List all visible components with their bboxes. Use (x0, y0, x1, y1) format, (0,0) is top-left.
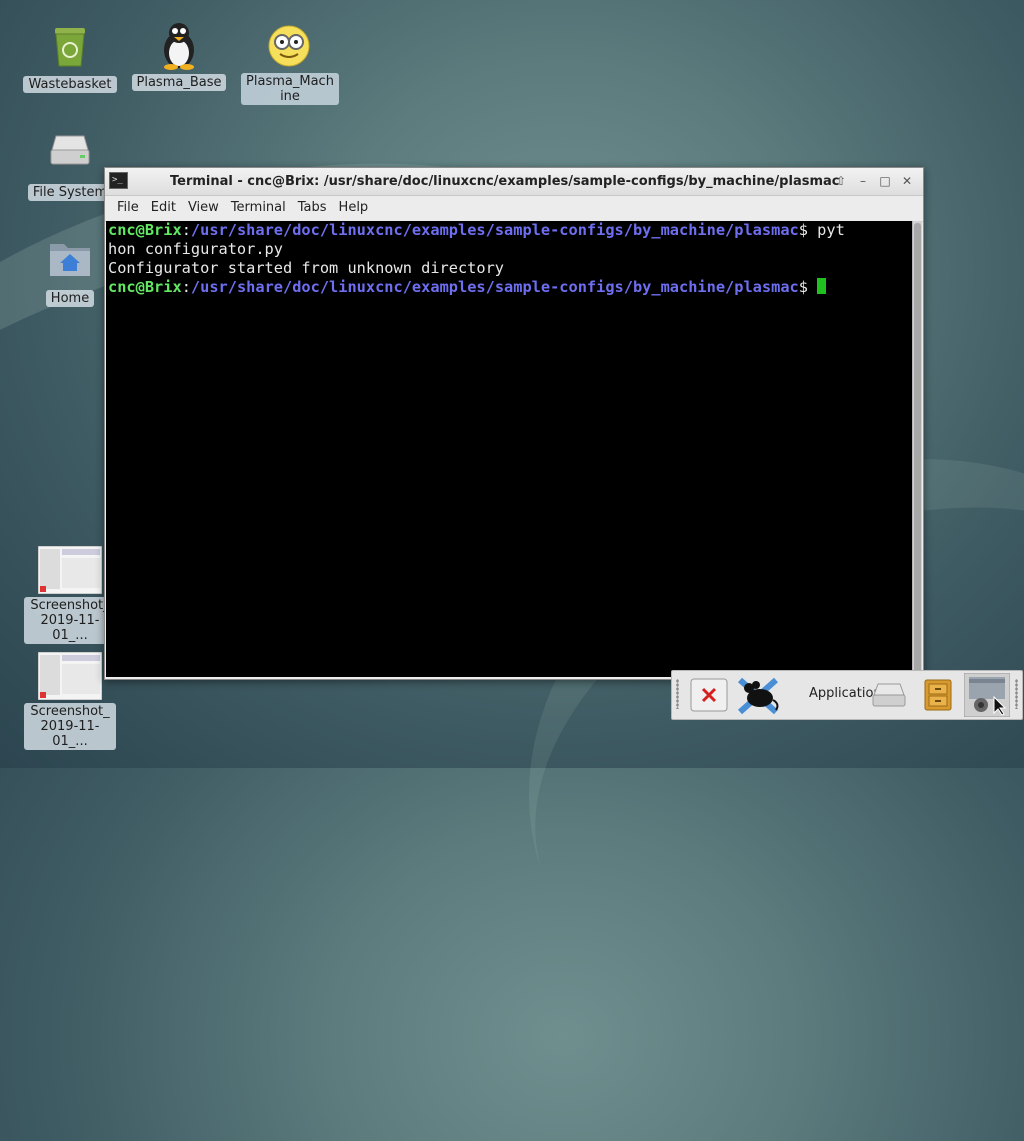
menu-terminal[interactable]: Terminal (225, 196, 292, 215)
desktop-icon-label: Screenshot_2019-11-01_... (24, 597, 116, 644)
terminal-window[interactable]: >_ Terminal - cnc@Brix: /usr/share/doc/l… (104, 167, 924, 680)
window-title: Terminal - cnc@Brix: /usr/share/doc/linu… (170, 174, 840, 189)
text-cursor (817, 278, 827, 294)
prompt-end: $ (798, 221, 818, 239)
vertical-scrollbar[interactable] (912, 221, 922, 677)
menu-help[interactable]: Help (333, 196, 375, 215)
prompt-separator: : (181, 221, 191, 239)
prompt-end: $ (798, 278, 818, 296)
desktop-icon-plasma-machine[interactable]: Plasma_Machine (241, 22, 339, 105)
drive-launcher[interactable] (871, 681, 907, 713)
desktop-icon-wastebasket[interactable]: Wastebasket (22, 22, 118, 93)
terminal-icon[interactable]: >_ (109, 172, 128, 189)
screenshot-thumbnail-icon (37, 651, 103, 701)
menu-edit[interactable]: Edit (145, 196, 182, 215)
panel-handle[interactable] (676, 679, 679, 709)
desktop-icon-plasma-base[interactable]: Plasma_Base (131, 20, 227, 91)
penguin-icon (155, 20, 203, 70)
scrollbar-thumb[interactable] (914, 223, 921, 673)
screenshot-thumbnail-icon (37, 545, 103, 595)
menu-tabs[interactable]: Tabs (292, 196, 333, 215)
desktop-icon-label: Plasma_Machine (241, 73, 339, 105)
command-text: pyt (817, 221, 845, 239)
desktop-icon-label: Plasma_Base (131, 74, 227, 91)
menu-file[interactable]: File (111, 196, 145, 215)
screenshot-tool-icon (963, 672, 1011, 721)
prompt-user: cnc@Brix (108, 221, 182, 239)
close-window-icon (690, 678, 728, 716)
close-window-button[interactable] (690, 678, 728, 716)
home-folder-icon (46, 236, 94, 284)
prompt-path: /usr/share/doc/linuxcnc/examples/sample-… (190, 278, 799, 296)
file-manager-launcher[interactable] (924, 679, 952, 715)
bottom-panel: Applications (671, 670, 1023, 720)
prompt-user: cnc@Brix (108, 278, 182, 296)
drive-icon (46, 130, 94, 178)
panel-handle[interactable] (1015, 679, 1018, 709)
trash-icon (46, 22, 94, 70)
command-text-wrapped: hon configurator.py (108, 240, 283, 258)
applications-menu-button[interactable] (736, 674, 780, 720)
file-cabinet-icon (924, 679, 952, 715)
desktop-icon-label: Home (45, 290, 95, 307)
output-line: Configurator started from unknown direct… (108, 259, 505, 277)
terminal-output[interactable]: cnc@Brix:/usr/share/doc/linuxcnc/example… (106, 221, 913, 677)
always-on-top-icon[interactable]: ⇧ (833, 173, 849, 189)
screenshot-launcher[interactable] (963, 672, 1011, 721)
minimize-icon[interactable]: – (855, 173, 871, 189)
window-titlebar[interactable]: >_ Terminal - cnc@Brix: /usr/share/doc/l… (105, 168, 923, 196)
prompt-path: /usr/share/doc/linuxcnc/examples/sample-… (190, 221, 799, 239)
desktop-icon-label: Screenshot_2019-11-01_... (24, 703, 116, 750)
maximize-icon[interactable]: □ (877, 173, 893, 189)
face-glasses-icon (265, 22, 313, 70)
menu-bar: File Edit View Terminal Tabs Help (105, 196, 923, 222)
drive-icon (871, 683, 907, 713)
xfce-mouse-icon (736, 677, 780, 720)
menu-view[interactable]: View (182, 196, 225, 215)
prompt-separator: : (181, 278, 191, 296)
close-icon[interactable]: ✕ (899, 173, 915, 189)
desktop-icon-label: File System (27, 184, 113, 201)
desktop-icon-label: Wastebasket (23, 76, 117, 93)
